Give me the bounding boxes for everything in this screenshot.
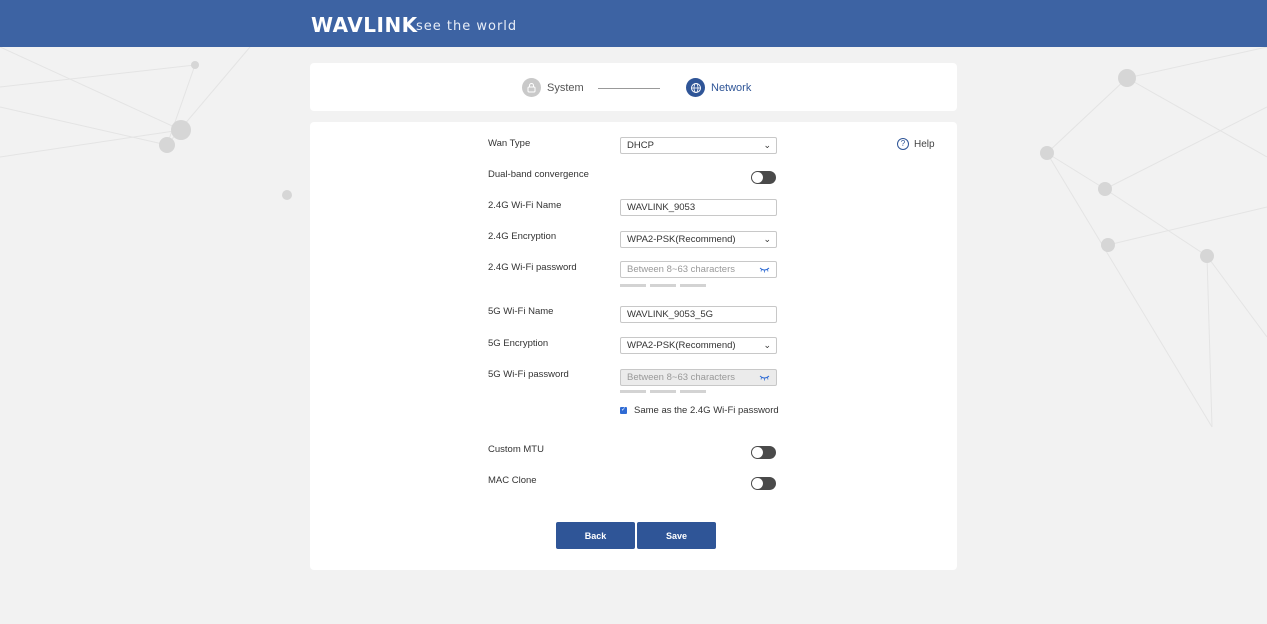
toggle-knob [752, 478, 763, 489]
strength-segment [650, 284, 676, 287]
same-password-row[interactable]: ✓ Same as the 2.4G Wi-Fi password [620, 405, 779, 416]
globe-icon [686, 78, 705, 97]
back-button[interactable]: Back [556, 522, 635, 549]
top-header-bar: WAVLINK see the world [0, 0, 1267, 47]
step-system-label: System [547, 81, 584, 94]
mac-clone-toggle[interactable] [751, 477, 776, 490]
setup-stepper: System Network [310, 63, 957, 111]
custom-mtu-label: Custom MTU [488, 444, 544, 455]
eye-closed-icon[interactable] [759, 265, 770, 276]
toggle-knob [752, 172, 763, 183]
mac-clone-label: MAC Clone [488, 475, 537, 486]
chevron-down-icon: ⌄ [763, 340, 771, 350]
logo-tagline: see the world [416, 19, 518, 34]
wifi-24-password-label: 2.4G Wi-Fi password [488, 262, 577, 273]
wan-type-select[interactable]: DHCP ⌄ [620, 137, 777, 154]
wifi-24-password-placeholder: Between 8~63 characters [627, 264, 735, 275]
eye-closed-icon[interactable] [759, 373, 770, 384]
strength-segment [620, 390, 646, 393]
dual-band-label: Dual-band convergence [488, 169, 589, 180]
lock-icon [522, 78, 541, 97]
strength-segment [680, 284, 706, 287]
wan-type-label: Wan Type [488, 138, 531, 149]
wifi-24-encryption-value: WPA2-PSK(Recommend) [627, 234, 736, 245]
wifi-24-name-input[interactable]: WAVLINK_9053 [620, 199, 777, 216]
strength-segment [680, 390, 706, 393]
wifi-5-password-input[interactable]: Between 8~63 characters [620, 369, 777, 386]
wifi-24-encryption-label: 2.4G Encryption [488, 231, 557, 242]
wifi-5-encryption-label: 5G Encryption [488, 338, 549, 349]
chevron-down-icon: ⌄ [763, 234, 771, 244]
custom-mtu-toggle[interactable] [751, 446, 776, 459]
wavlink-logo: WAVLINK [311, 13, 418, 37]
wifi-5-name-label: 5G Wi-Fi Name [488, 306, 554, 317]
wifi-24-name-value: WAVLINK_9053 [627, 202, 696, 213]
same-password-checkbox[interactable]: ✓ [620, 407, 627, 414]
help-label: Help [914, 138, 935, 150]
toggle-knob [752, 447, 763, 458]
network-settings-panel: ? Help Wan Type DHCP ⌄ Dual-band converg… [310, 122, 957, 570]
wifi-5-name-value: WAVLINK_9053_5G [627, 309, 714, 320]
wifi-5-encryption-value: WPA2-PSK(Recommend) [627, 340, 736, 351]
wifi-24-name-label: 2.4G Wi-Fi Name [488, 200, 562, 211]
chevron-down-icon: ⌄ [763, 140, 771, 150]
same-password-label: Same as the 2.4G Wi-Fi password [634, 405, 779, 416]
strength-segment [650, 390, 676, 393]
wifi-24-password-strength [620, 284, 710, 287]
wifi-24-encryption-select[interactable]: WPA2-PSK(Recommend) ⌄ [620, 231, 777, 248]
wifi-5-encryption-select[interactable]: WPA2-PSK(Recommend) ⌄ [620, 337, 777, 354]
step-system: System [522, 78, 584, 97]
wan-type-value: DHCP [627, 140, 654, 151]
step-network-label: Network [711, 81, 752, 94]
wifi-5-password-label: 5G Wi-Fi password [488, 369, 569, 380]
wifi-24-password-input[interactable]: Between 8~63 characters [620, 261, 777, 278]
wifi-5-password-strength [620, 390, 710, 393]
step-network: Network [686, 78, 751, 97]
wifi-5-name-input[interactable]: WAVLINK_9053_5G [620, 306, 777, 323]
question-circle-icon: ? [897, 138, 909, 150]
save-button[interactable]: Save [637, 522, 716, 549]
strength-segment [620, 284, 646, 287]
help-link[interactable]: ? Help [897, 138, 935, 150]
step-connector-line [598, 88, 660, 89]
dual-band-toggle[interactable] [751, 171, 776, 184]
wifi-5-password-placeholder: Between 8~63 characters [627, 372, 735, 383]
